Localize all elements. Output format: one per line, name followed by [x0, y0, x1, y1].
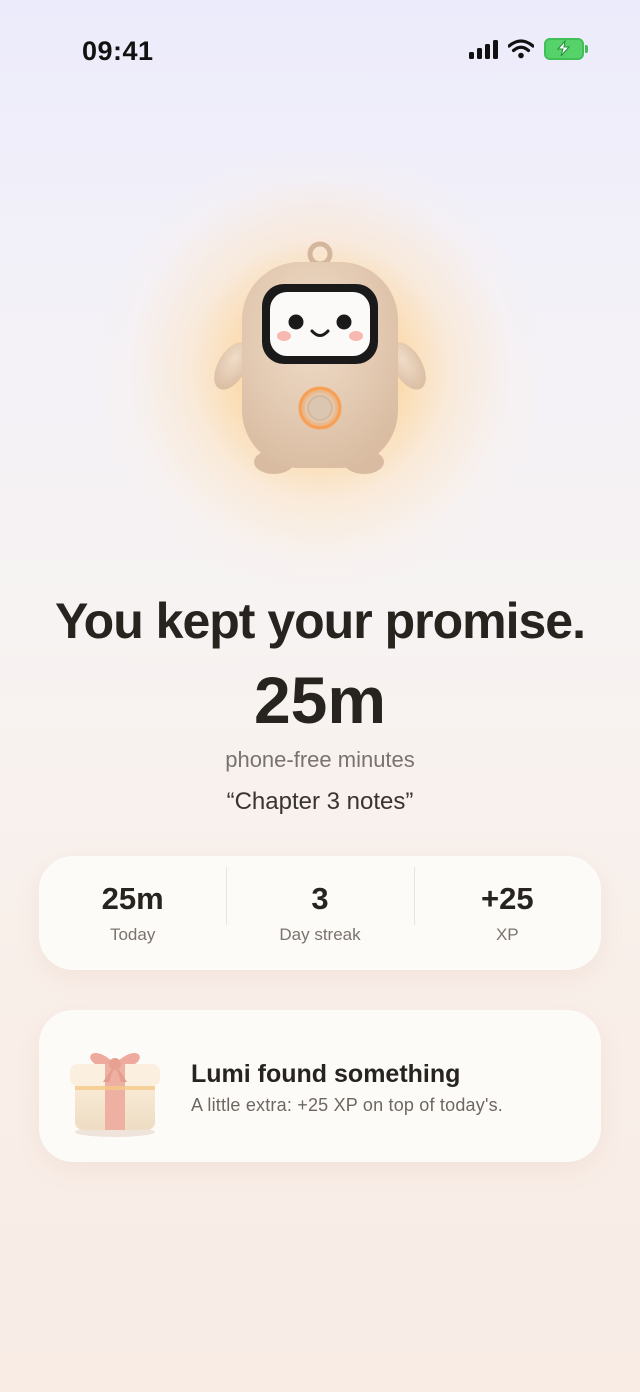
minutes-caption: phone-free minutes [225, 747, 415, 772]
minutes-value: 25m [253, 663, 387, 737]
stat-value: 3 [311, 881, 329, 916]
signal-icon [469, 39, 498, 59]
stat-label: Day streak [279, 925, 361, 944]
mascot-illustration [214, 241, 426, 474]
wifi-icon [508, 39, 534, 59]
gift-icon [70, 1053, 160, 1137]
stat-xp: +25 XP [413, 867, 601, 945]
stat-label: Today [109, 925, 156, 944]
battery-charging-icon [544, 38, 588, 60]
reward-title: Lumi found something [191, 1060, 461, 1088]
stat-today: 25m Today [39, 881, 226, 945]
status-icons [469, 38, 588, 60]
stat-label: XP [495, 925, 519, 944]
stats-card: 25m Today 3 Day streak +25 XP [39, 856, 601, 970]
reward-description: A little extra: +25 XP on top of today's… [191, 1095, 503, 1115]
stat-value: 25m [101, 881, 164, 916]
stat-streak: 3 Day streak [226, 867, 413, 945]
status-time: 09:41 [82, 36, 154, 66]
stat-value: +25 [481, 881, 534, 916]
status-bar: 09:41 [0, 0, 640, 100]
reward-card[interactable]: Lumi found something A little extra: +25… [39, 1010, 601, 1162]
session-name: “Chapter 3 notes” [226, 788, 414, 815]
page-title: You kept your promise. [55, 593, 586, 649]
